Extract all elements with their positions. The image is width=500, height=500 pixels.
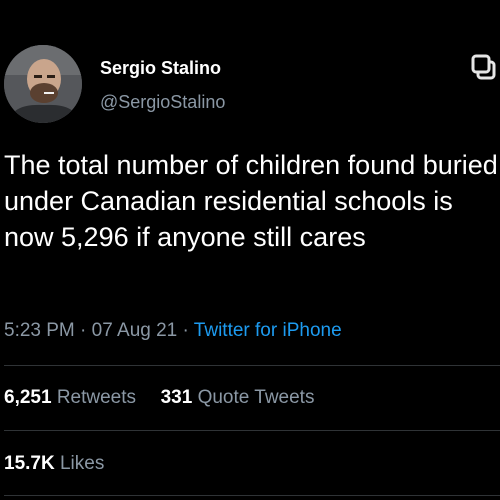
quote-tweets-stat[interactable]: 331 Quote Tweets: [161, 387, 315, 408]
meta-separator: ·: [182, 320, 189, 341]
profile-photo-icon: [4, 45, 82, 123]
tweet-meta: 5:23 PM · 07 Aug 21 · Twitter for iPhone: [4, 320, 342, 342]
likes-label: Likes: [59, 453, 105, 474]
engagement-stats: 6,251 Retweets 331 Quote Tweets: [4, 387, 314, 409]
tweet-source-link[interactable]: Twitter for iPhone: [194, 320, 342, 341]
tweet-date[interactable]: 07 Aug 21: [92, 320, 178, 341]
divider: [4, 365, 500, 366]
divider: [4, 495, 500, 496]
tweet-screenshot: Sergio Stalino @SergioStalino The total …: [0, 0, 500, 500]
display-name[interactable]: Sergio Stalino: [100, 58, 221, 79]
user-handle[interactable]: @SergioStalino: [100, 92, 225, 113]
quote-tweets-label: Quote Tweets: [197, 387, 315, 408]
likes-stats: 15.7K Likes: [4, 453, 104, 475]
tweet-text: The total number of children found burie…: [4, 150, 498, 252]
retweets-count: 6,251: [4, 387, 52, 408]
copy-icon[interactable]: [470, 52, 500, 82]
likes-stat[interactable]: 15.7K Likes: [4, 453, 104, 474]
meta-separator: ·: [80, 320, 87, 341]
tweet-time[interactable]: 5:23 PM: [4, 320, 75, 341]
quote-tweets-count: 331: [160, 387, 193, 408]
retweets-label: Retweets: [56, 387, 137, 408]
avatar[interactable]: [4, 45, 82, 123]
divider: [4, 430, 500, 431]
likes-count: 15.7K: [4, 453, 55, 474]
retweets-stat[interactable]: 6,251 Retweets: [4, 387, 141, 408]
